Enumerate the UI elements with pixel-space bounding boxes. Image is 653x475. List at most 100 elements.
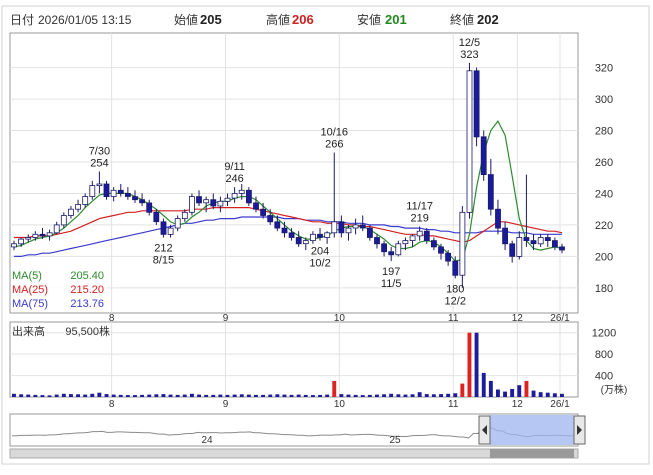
- volume-bar: [460, 383, 465, 397]
- navigator-selected-range[interactable]: [490, 415, 574, 445]
- volume-bar: [389, 393, 394, 397]
- candle: [160, 218, 167, 238]
- price-tick-label: 280: [595, 126, 613, 138]
- volume-bar: [83, 394, 88, 397]
- price-tick-label: 240: [595, 188, 613, 200]
- volume-bar: [275, 394, 280, 397]
- open-value: 205: [200, 12, 222, 27]
- ma25-label: MA(25): [12, 284, 48, 296]
- navigator-right-handle[interactable]: [573, 415, 586, 445]
- volume-bar: [69, 394, 73, 397]
- volume-month-tick-label: 9: [223, 399, 229, 410]
- annotation-date: 9/11: [224, 161, 245, 173]
- volume-bar: [168, 394, 173, 397]
- volume-bar: [311, 395, 315, 397]
- candle: [473, 67, 480, 147]
- volume-bar: [524, 380, 529, 397]
- volume-month-tick-label: 11: [448, 399, 459, 410]
- volume-bar: [517, 385, 522, 397]
- price-annotation: 20410/2: [309, 246, 330, 270]
- volume-bar: [204, 394, 209, 397]
- volume-bar: [296, 394, 301, 397]
- annotation-value: 197: [382, 266, 400, 278]
- volume-bar: [76, 394, 80, 397]
- volume-bar: [133, 395, 137, 397]
- ma25-value: 215.20: [70, 284, 104, 296]
- volume-bar: [510, 389, 515, 397]
- volume-bar: [545, 392, 550, 397]
- navigator-left-handle[interactable]: [478, 415, 491, 445]
- volume-bar: [339, 394, 344, 397]
- candle: [245, 187, 252, 207]
- ma5-label: MA(5): [12, 270, 42, 282]
- volume-bar: [424, 394, 429, 397]
- annotation-value: 254: [90, 157, 108, 169]
- navigator-scrollbar-thumb[interactable]: [490, 449, 574, 458]
- price-tick-label: 300: [595, 94, 613, 106]
- ma5-value: 205.40: [70, 270, 104, 282]
- volume-bar: [332, 380, 337, 397]
- high-label: 高値: [266, 12, 290, 27]
- volume-bar: [318, 394, 322, 397]
- volume-bar: [225, 394, 230, 397]
- volume-bar: [396, 394, 401, 397]
- annotation-value: 212: [154, 242, 172, 254]
- volume-bar: [417, 392, 422, 397]
- stock-chart-widget: 日付 2026/01/05 13:15 始値 205 高値 206 安値 201…: [0, 0, 653, 470]
- low-label: 安値: [357, 12, 381, 27]
- volume-bar: [346, 394, 351, 397]
- volume-bar: [182, 394, 187, 397]
- volume-bar: [360, 395, 365, 397]
- price-annotation: 12/5323: [459, 37, 480, 61]
- candle: [103, 180, 110, 200]
- datetime-value: 2026/01/05 13:15: [38, 13, 132, 27]
- volume-bar: [282, 394, 287, 397]
- volume-bar: [97, 392, 102, 397]
- volume-bar: [197, 394, 201, 397]
- close-value: 202: [477, 12, 499, 27]
- volume-bar: [111, 394, 116, 397]
- annotation-date: 11/5: [381, 278, 402, 290]
- volume-bar: [125, 395, 130, 397]
- price-tick-label: 320: [595, 63, 613, 75]
- annotation-value: 180: [446, 283, 464, 295]
- annotation-date: 12/5: [459, 37, 480, 49]
- volume-label: 出来高: [12, 324, 45, 338]
- price-annotation: 7/30254: [89, 145, 110, 169]
- price-annotation: 18012/2: [445, 283, 466, 307]
- volume-bar: [474, 332, 479, 397]
- volume-bar: [382, 394, 386, 397]
- volume-bar: [254, 394, 258, 397]
- volume-bar: [446, 393, 451, 397]
- range-navigator[interactable]: 24 25: [9, 413, 586, 459]
- volume-tick-label: 1200: [592, 328, 616, 340]
- volume-bar: [467, 332, 472, 397]
- annotation-date: 8/15: [153, 254, 174, 266]
- price-tick-label: 220: [595, 220, 613, 232]
- price-annotation: 9/11246: [224, 161, 245, 185]
- volume-bar: [552, 393, 557, 398]
- volume-bar: [303, 394, 308, 397]
- volume-bar: [190, 393, 194, 397]
- volume-bar: [410, 394, 415, 397]
- volume-month-tick-label: 10: [334, 399, 346, 410]
- volume-month-tick-label: 26/1: [550, 399, 570, 410]
- annotation-date: 10/16: [320, 127, 348, 139]
- volume-bar: [375, 394, 379, 397]
- candle: [480, 130, 487, 181]
- navigator-year-24: 24: [201, 435, 213, 446]
- volume-bar: [503, 391, 507, 397]
- volume-bar: [40, 395, 45, 397]
- volume-bar: [367, 394, 372, 397]
- navigator-year-25: 25: [389, 435, 401, 446]
- volume-bar: [232, 394, 237, 397]
- ma75-value: 213.76: [70, 298, 104, 310]
- volume-bar: [175, 394, 180, 397]
- annotation-value: 266: [325, 139, 343, 151]
- volume-axis-labels: 400 800 1200: [592, 328, 616, 383]
- volume-month-tick-label: 12: [512, 399, 524, 410]
- open-label: 始値: [174, 12, 198, 27]
- volume-bar: [403, 394, 408, 397]
- volume-bar: [488, 380, 493, 397]
- volume-bar: [118, 394, 123, 397]
